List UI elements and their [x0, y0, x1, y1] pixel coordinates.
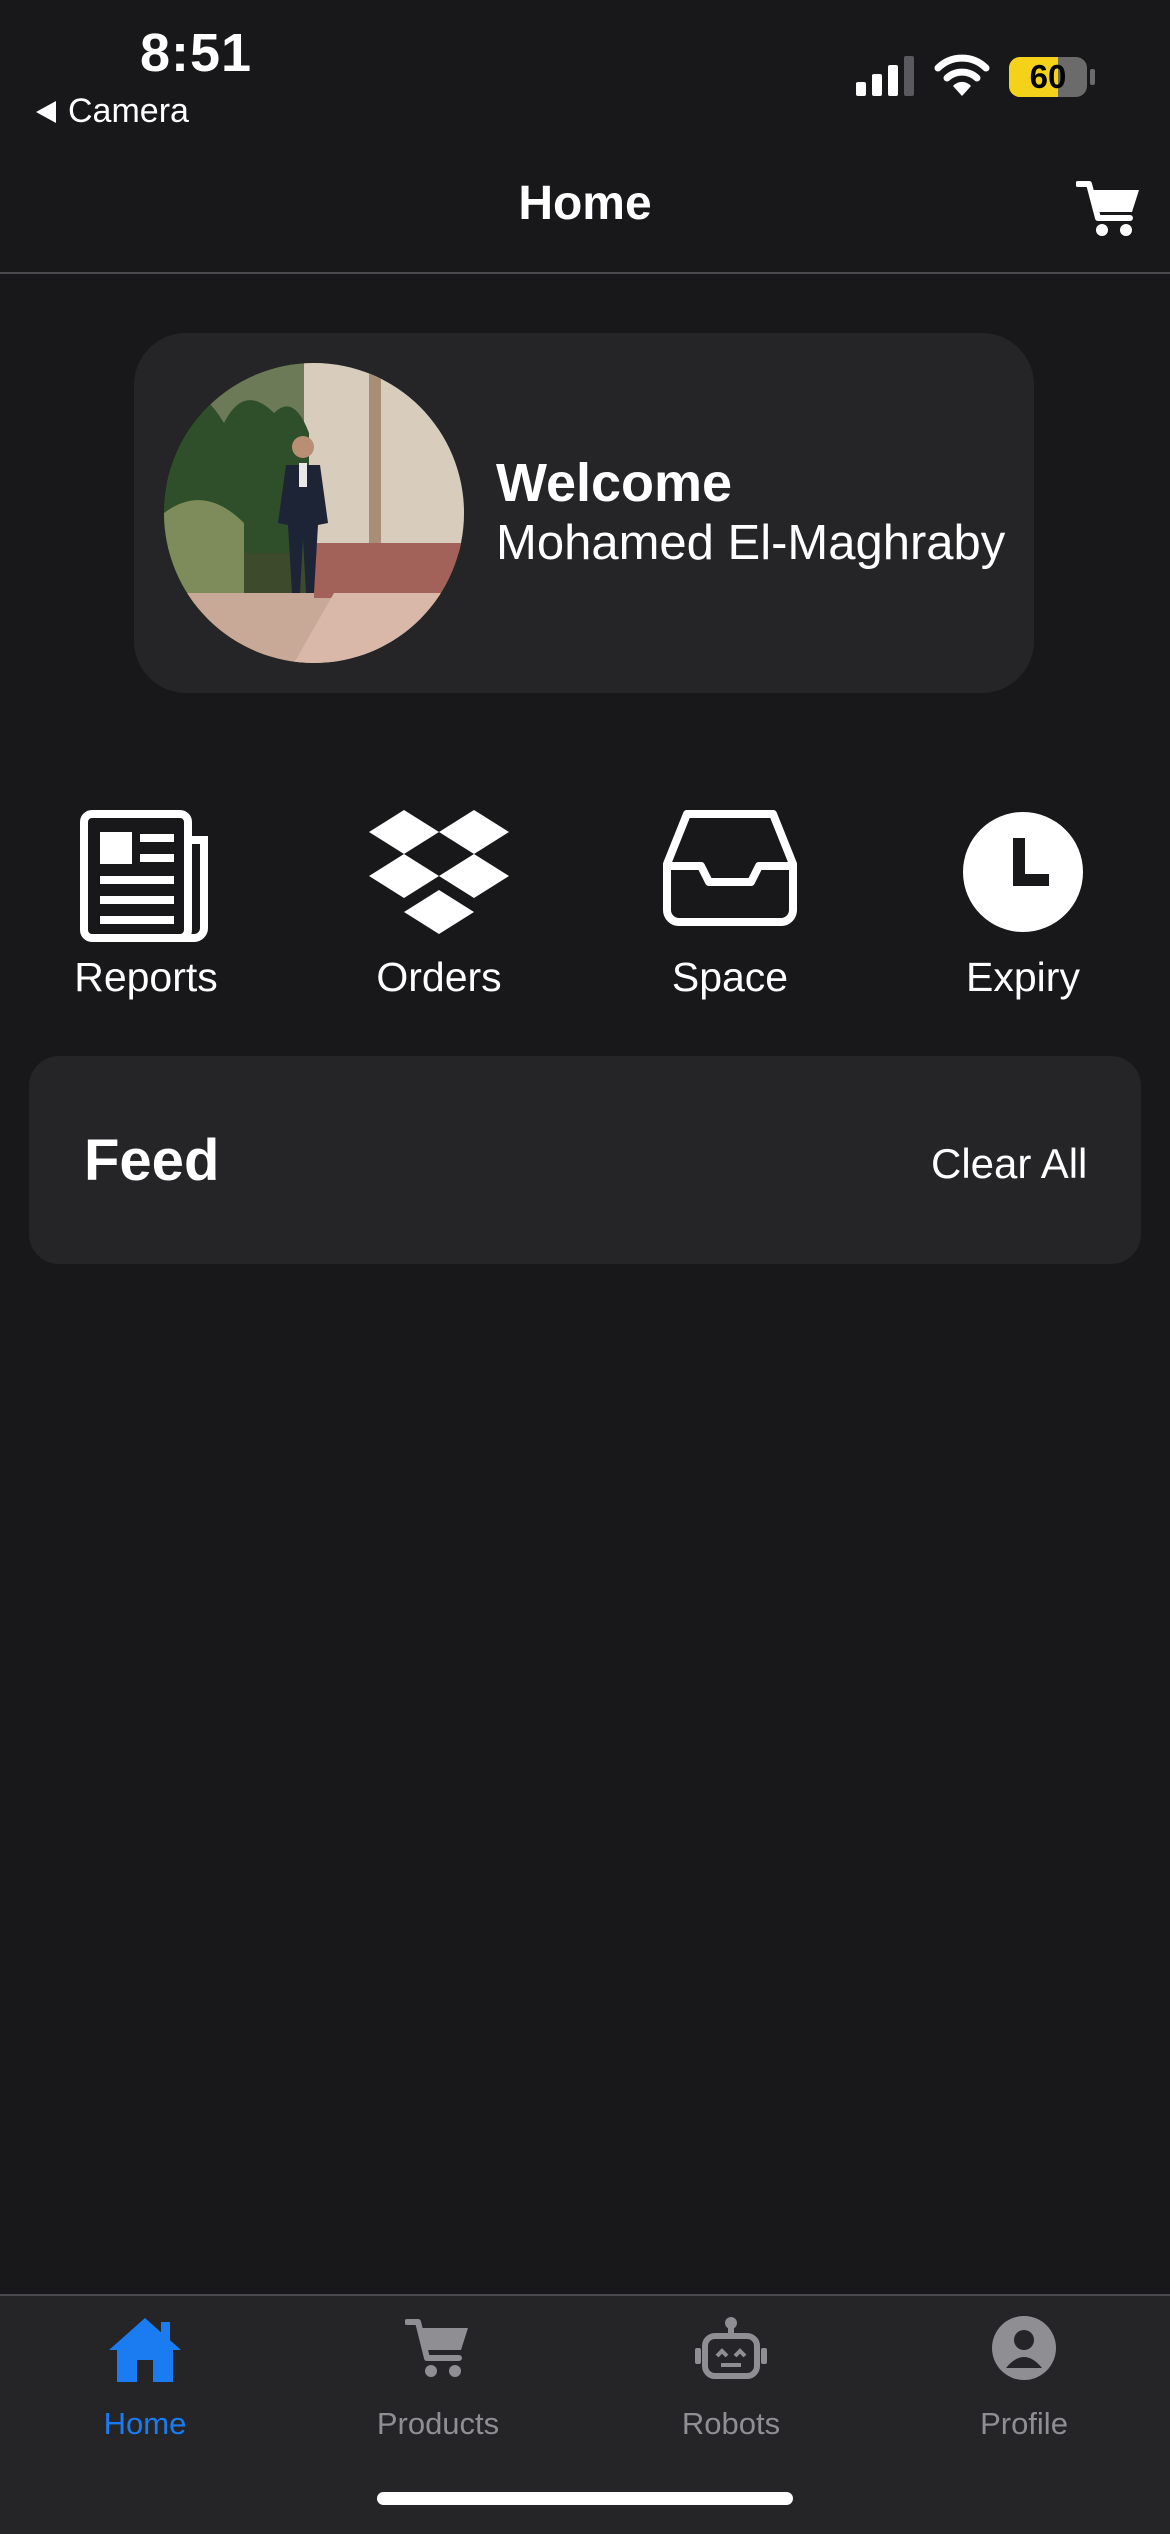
expiry-label: Expiry [966, 954, 1080, 1000]
tab-profile[interactable]: Profile [904, 2316, 1144, 2446]
reports-action[interactable]: Reports [16, 810, 276, 1010]
space-action[interactable]: Space [600, 810, 860, 1010]
cellular-signal-icon [856, 56, 914, 96]
wifi-icon [934, 54, 990, 96]
expiry-action[interactable]: Expiry [893, 810, 1153, 1010]
back-label: Camera [68, 92, 189, 130]
orders-action[interactable]: Orders [309, 810, 569, 1010]
feed-title: Feed [84, 1128, 220, 1193]
back-to-camera-link[interactable]: Camera [36, 92, 189, 131]
orders-label: Orders [376, 954, 502, 1000]
newspaper-icon [80, 810, 208, 942]
inbox-tray-icon [663, 810, 797, 926]
tab-home-label: Home [103, 2406, 187, 2441]
page-title: Home [518, 177, 652, 230]
home-indicator [377, 2492, 793, 2505]
space-label: Space [671, 954, 789, 1000]
person-circle-icon [992, 2316, 1056, 2380]
home-icon [109, 2318, 181, 2382]
tab-home[interactable]: Home [25, 2316, 265, 2446]
tab-products-label: Products [376, 2406, 500, 2441]
dropbox-icon [369, 810, 509, 934]
welcome-title: Welcome [496, 453, 733, 513]
robot-icon [695, 2317, 767, 2379]
status-time: 8:51 [140, 23, 253, 83]
clock-icon [963, 812, 1083, 932]
nav-divider [0, 272, 1170, 274]
cart-icon[interactable] [1076, 178, 1142, 238]
battery-level: 60 [1029, 58, 1067, 95]
tab-robots-label: Robots [681, 2406, 781, 2441]
tab-robots[interactable]: Robots [611, 2316, 851, 2446]
avatar [164, 363, 464, 663]
back-arrow-icon [36, 100, 56, 123]
reports-label: Reports [74, 954, 218, 1000]
battery-indicator: 60 [1008, 56, 1096, 98]
profile-photo [164, 363, 464, 663]
tab-profile-label: Profile [980, 2406, 1068, 2441]
tab-products[interactable]: Products [318, 2316, 558, 2446]
user-name: Mohamed El-Maghraby [496, 516, 1006, 570]
cart-icon [405, 2319, 468, 2377]
clear-all-button[interactable]: Clear All [931, 1140, 1087, 1188]
